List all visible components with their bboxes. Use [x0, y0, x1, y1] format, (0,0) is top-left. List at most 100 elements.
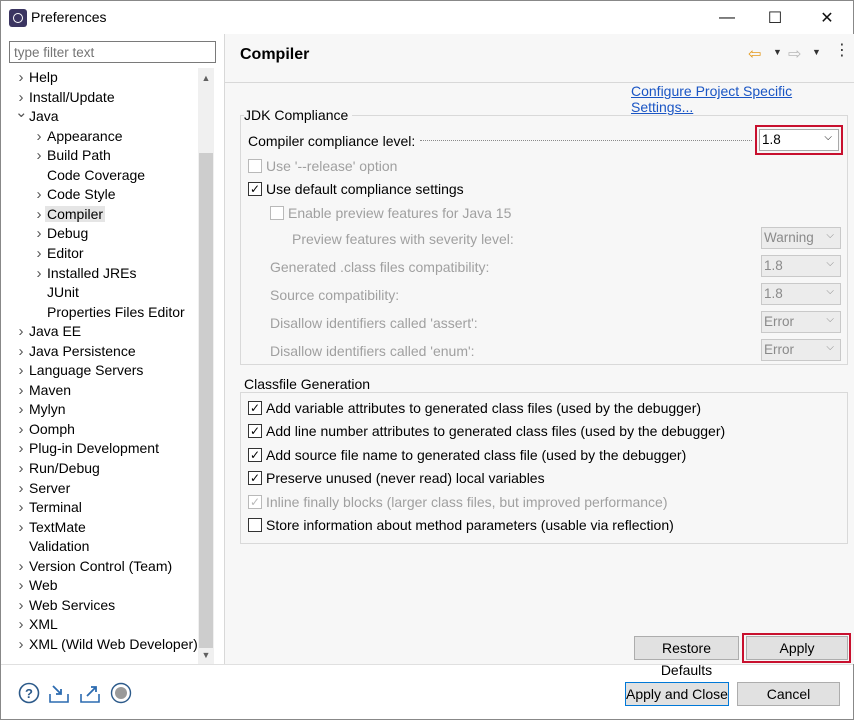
classfile-option-label: Inline finally blocks (larger class file… [266, 493, 668, 510]
tree-item-language-servers[interactable]: › Language Servers [9, 361, 145, 380]
classfile-option-checkbox[interactable]: ✓ [248, 447, 262, 462]
tree-item-textmate[interactable]: › TextMate [9, 518, 88, 537]
chevron-right-icon[interactable]: › [15, 68, 27, 87]
chevron-right-icon[interactable]: › [15, 498, 27, 517]
classfile-option-checkbox[interactable]: ✓ [248, 424, 262, 439]
chevron-right-icon[interactable]: › [15, 518, 27, 537]
scrollbar-thumb[interactable] [199, 153, 213, 648]
chevron-right-icon[interactable]: › [33, 146, 45, 165]
record-icon[interactable] [110, 682, 132, 704]
tree-item-label: Build Path [47, 147, 111, 164]
tree-item-java-ee[interactable]: › Java EE [9, 322, 83, 341]
chevron-right-icon[interactable]: › [15, 479, 27, 498]
back-arrow-icon[interactable]: ⇦ [748, 44, 761, 64]
maximize-button[interactable]: ☐ [750, 1, 800, 34]
classfile-option-checkbox[interactable]: ✓ [248, 494, 262, 509]
chevron-right-icon[interactable]: › [15, 635, 27, 654]
chevron-right-icon[interactable]: › [33, 224, 45, 243]
tree-item-build-path[interactable]: › Build Path [27, 146, 113, 165]
chevron-right-icon[interactable]: › [33, 127, 45, 146]
chevron-right-icon[interactable]: › [15, 361, 27, 380]
chevron-right-icon[interactable]: › [15, 615, 27, 634]
chevron-right-icon[interactable]: › [15, 381, 27, 400]
chevron-right-icon[interactable]: › [15, 576, 27, 595]
back-history-caret-icon[interactable]: ▼ [773, 47, 782, 57]
chevron-right-icon[interactable]: › [33, 205, 45, 224]
chevron-right-icon[interactable]: › [33, 185, 45, 204]
chevron-right-icon[interactable]: › [15, 400, 27, 419]
forward-history-caret-icon[interactable]: ▼ [812, 47, 821, 57]
configure-project-settings-link[interactable]: Configure Project Specific Settings... [631, 83, 854, 115]
tree-item-editor[interactable]: › Editor [27, 244, 86, 263]
tree-item-properties-files-editor[interactable]: Properties Files Editor [27, 303, 187, 322]
chevron-right-icon[interactable]: › [15, 342, 27, 361]
chevron-right-icon[interactable]: › [15, 439, 27, 458]
chevron-right-icon[interactable]: › [33, 264, 45, 283]
chevron-right-icon[interactable]: › [15, 420, 27, 439]
help-icon[interactable]: ? [18, 682, 40, 704]
tree-item-compiler[interactable]: › Compiler [27, 205, 106, 224]
disallow-assert-value: Error [764, 314, 794, 329]
view-menu-icon[interactable]: ⋮ [834, 43, 850, 59]
tree-item-web[interactable]: › Web [9, 576, 60, 595]
tree-item-label: Oomph [29, 420, 75, 437]
source-compat-combo[interactable]: 1.8 ⌵ [761, 283, 841, 305]
compliance-leader-line [420, 140, 752, 141]
tree-item-run-debug[interactable]: › Run/Debug [9, 459, 102, 478]
use-release-label: Use '--release' option [266, 158, 398, 174]
minimize-button[interactable]: — [702, 1, 752, 34]
use-release-checkbox[interactable] [248, 159, 262, 173]
classfile-option-checkbox[interactable]: ✓ [248, 471, 262, 486]
chevron-down-icon: ⌵ [826, 286, 834, 297]
disallow-enum-combo[interactable]: Error ⌵ [761, 339, 841, 361]
tree-item-validation[interactable]: Validation [9, 537, 91, 556]
forward-arrow-icon[interactable]: ⇨ [788, 44, 801, 64]
classfile-option-checkbox[interactable]: ✓ [248, 401, 262, 415]
chevron-right-icon[interactable]: › [15, 596, 27, 615]
filter-input[interactable] [9, 41, 216, 63]
cancel-button[interactable]: Cancel [737, 682, 840, 706]
scroll-up-icon[interactable]: ▲ [198, 70, 214, 86]
tree-item-code-coverage[interactable]: Code Coverage [27, 166, 147, 185]
tree-item-maven[interactable]: › Maven [9, 381, 73, 400]
import-icon[interactable] [48, 682, 70, 704]
tree-item-xml-wild-web-developer[interactable]: › XML (Wild Web Developer) [9, 635, 198, 654]
chevron-right-icon[interactable]: › [15, 322, 27, 341]
disallow-assert-combo[interactable]: Error ⌵ [761, 311, 841, 333]
tree-item-mylyn[interactable]: › Mylyn [9, 400, 68, 419]
tree-item-java[interactable]: ⌄ Java [9, 104, 61, 126]
tree-item-version-control-team[interactable]: › Version Control (Team) [9, 557, 174, 576]
tree-item-plug-in-development[interactable]: › Plug-in Development [9, 439, 161, 458]
restore-defaults-button[interactable]: Restore Defaults [634, 636, 739, 678]
enable-preview-checkbox[interactable] [270, 206, 284, 220]
apply-and-close-button[interactable]: Apply and Close [625, 682, 729, 706]
use-default-checkbox[interactable]: ✓ [248, 182, 262, 196]
classfile-generation-title: Classfile Generation [244, 376, 375, 392]
tree-item-server[interactable]: › Server [9, 479, 72, 498]
scroll-down-icon[interactable]: ▼ [198, 647, 214, 663]
tree-item-debug[interactable]: › Debug [27, 224, 90, 243]
chevron-down-icon[interactable]: ⌄ [15, 103, 28, 122]
tree-scrollbar[interactable]: ▲ ▼ [198, 68, 214, 665]
tree-item-oomph[interactable]: › Oomph [9, 420, 77, 439]
tree-item-java-persistence[interactable]: › Java Persistence [9, 342, 138, 361]
preview-severity-combo[interactable]: Warning ⌵ [761, 227, 841, 249]
tree-item-code-style[interactable]: › Code Style [27, 185, 117, 204]
classfile-option-checkbox[interactable] [248, 518, 262, 532]
tree-item-web-services[interactable]: › Web Services [9, 596, 117, 615]
chevron-right-icon[interactable]: › [15, 557, 27, 576]
tree-item-junit[interactable]: JUnit [27, 283, 81, 302]
disallow-assert-label: Disallow identifiers called 'assert': [270, 315, 478, 331]
tree-item-installed-jres[interactable]: › Installed JREs [27, 264, 138, 283]
tree-item-xml[interactable]: › XML [9, 615, 60, 634]
export-icon[interactable] [79, 682, 101, 704]
tree-item-help[interactable]: › Help [9, 68, 60, 87]
generated-class-combo[interactable]: 1.8 ⌵ [761, 255, 841, 277]
chevron-right-icon[interactable]: › [33, 244, 45, 263]
chevron-right-icon[interactable]: › [15, 459, 27, 478]
tree-item-terminal[interactable]: › Terminal [9, 498, 84, 517]
window-title: Preferences [31, 9, 107, 25]
tree-item-appearance[interactable]: › Appearance [27, 127, 125, 146]
close-button[interactable]: ✕ [802, 1, 852, 34]
tree-item-label: Java [29, 108, 59, 125]
